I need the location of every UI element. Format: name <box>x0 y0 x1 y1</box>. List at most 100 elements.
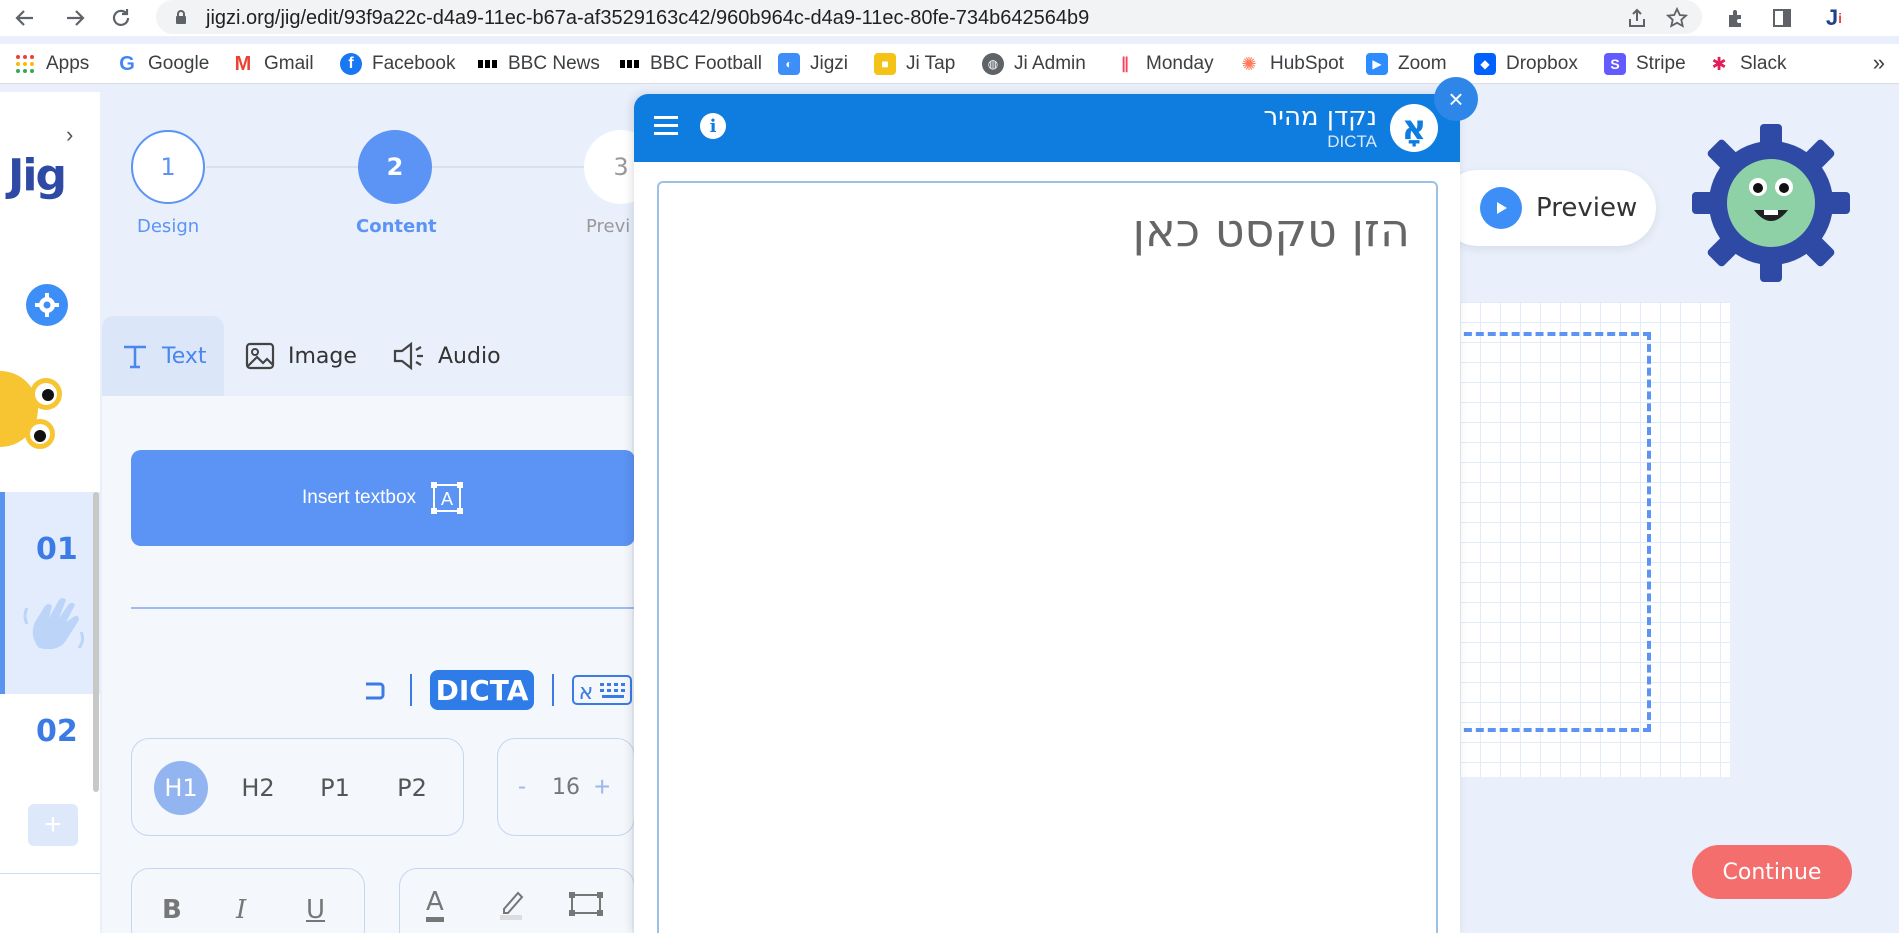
bookmark-label: Slack <box>1740 53 1787 74</box>
svg-text:א: א <box>579 680 594 705</box>
font-size-decrease-button[interactable]: - <box>518 773 526 801</box>
bookmark-gmail[interactable]: M Gmail <box>232 52 314 76</box>
jigzi-logo[interactable]: Jig <box>8 150 67 201</box>
facebook-icon: f <box>340 53 362 75</box>
extensions-puzzle-icon[interactable] <box>1722 4 1750 32</box>
bookmark-bbc-news[interactable]: BBC News <box>478 52 600 76</box>
text-input-placeholder: הזן טקסט כאן <box>1132 203 1410 257</box>
gear-mascot-image <box>1692 124 1850 282</box>
color-format-group: A <box>399 868 635 933</box>
bookmark-label: Stripe <box>1636 53 1686 74</box>
underline-button[interactable]: U <box>306 895 325 925</box>
step-content[interactable]: 2 <box>358 130 432 204</box>
dicta-button[interactable]: DICTA <box>430 670 534 710</box>
reload-button[interactable] <box>106 3 136 33</box>
lock-icon <box>176 10 186 24</box>
bookmark-label: Zoom <box>1398 53 1447 74</box>
bookmark-zoom[interactable]: ▶ Zoom <box>1366 52 1447 76</box>
preview-label: Preview <box>1536 193 1638 223</box>
font-size-increase-button[interactable]: + <box>594 771 610 803</box>
style-p1-button[interactable]: P1 <box>308 761 362 815</box>
step-number: 2 <box>386 153 404 181</box>
tab-text[interactable]: Text <box>102 316 224 396</box>
hebrew-letter-icon <box>366 682 385 700</box>
gmail-icon: M <box>234 52 252 75</box>
bookmark-label: Monday <box>1146 53 1214 74</box>
hamburger-menu-icon[interactable] <box>654 116 678 136</box>
bookmark-ji-admin[interactable]: ◍ Ji Admin <box>982 52 1086 76</box>
slide-thumbnail-01[interactable]: 01 <box>0 492 100 694</box>
close-popup-button[interactable]: × <box>1434 77 1478 121</box>
dropbox-icon: ◆ <box>1474 53 1496 75</box>
svg-text:A: A <box>441 489 453 509</box>
toolbar-separator <box>552 674 554 706</box>
step-label-preview: Previ <box>586 216 631 237</box>
step-label-design: Design <box>137 216 200 237</box>
hebrew-keyboard-button[interactable]: א <box>572 674 632 706</box>
step-design[interactable]: 1 <box>131 130 205 204</box>
tab-audio[interactable]: Audio <box>392 316 501 396</box>
back-button[interactable] <box>10 3 40 33</box>
hebrew-keyboard-icon: א <box>572 675 632 705</box>
speaker-icon <box>393 341 423 371</box>
add-slide-button[interactable]: + <box>28 804 78 846</box>
bookmark-google[interactable]: G Google <box>116 52 209 76</box>
bookmark-ji-tap[interactable]: ■ Ji Tap <box>874 52 955 76</box>
bookmark-hubspot[interactable]: ✺ HubSpot <box>1238 52 1344 76</box>
slide-number: 01 <box>36 532 78 567</box>
slide-thumbnail-02[interactable]: 02 <box>0 694 100 874</box>
continue-button[interactable]: Continue <box>1692 845 1852 899</box>
bookmark-dropbox[interactable]: ◆ Dropbox <box>1474 52 1578 76</box>
more-bookmarks-button[interactable]: » <box>1873 50 1885 76</box>
bookmark-jigzi[interactable]: ◐ Jigzi <box>778 52 848 76</box>
textbox-selection-outline[interactable] <box>1440 332 1651 732</box>
bookmark-monday[interactable]: ∥ Monday <box>1114 52 1214 76</box>
jigzi-extension-icon[interactable]: Ji <box>1820 4 1848 32</box>
preview-button[interactable]: Preview <box>1440 170 1656 246</box>
info-icon[interactable]: i <box>700 113 726 139</box>
share-icon[interactable] <box>1624 5 1650 31</box>
address-bar[interactable]: jigzi.org/jig/edit/93f9a22c-d4a9-11ec-b6… <box>156 0 1702 34</box>
bookmark-bbc-football[interactable]: BBC Football <box>620 52 762 76</box>
bookmark-label: Dropbox <box>1506 53 1578 74</box>
tab-label: Image <box>288 343 357 369</box>
step-connector <box>206 166 360 168</box>
expand-chevron-icon[interactable]: › <box>66 122 73 148</box>
arrow-right-icon <box>67 10 85 26</box>
side-panel-icon[interactable] <box>1768 4 1796 32</box>
style-p2-button[interactable]: P2 <box>385 761 439 815</box>
text-tool-icon <box>124 345 146 369</box>
highlight-pen-icon[interactable] <box>496 887 526 921</box>
hebrew-vowel-button[interactable] <box>360 676 388 704</box>
box-border-icon[interactable] <box>568 889 604 919</box>
rail-scrollbar[interactable] <box>93 492 99 792</box>
hebrew-text-input[interactable]: הזן טקסט כאן <box>657 181 1438 933</box>
bbc-icon <box>478 60 498 68</box>
monday-icon: ∥ <box>1121 56 1129 73</box>
font-size-value[interactable]: 16 <box>552 775 580 800</box>
text-color-button[interactable]: A <box>426 887 444 922</box>
dicta-title: נקדן מהיר <box>1263 102 1377 132</box>
style-h2-button[interactable]: H2 <box>231 761 285 815</box>
italic-button[interactable]: I <box>236 895 246 925</box>
insert-textbox-button[interactable]: Insert textbox A <box>131 450 635 546</box>
bookmark-facebook[interactable]: f Facebook <box>340 52 455 76</box>
bookmark-label: BBC Football <box>650 53 762 74</box>
bookmark-label: Facebook <box>372 53 456 74</box>
forward-button[interactable] <box>60 3 90 33</box>
bbc-icon <box>620 60 640 68</box>
bookmark-slack[interactable]: ✱ Slack <box>1708 52 1786 76</box>
dicta-header: i נקדן מהיר DICTA אָ <box>634 94 1460 162</box>
google-icon: G <box>119 52 135 75</box>
jigzi-icon: ◐ <box>778 53 800 75</box>
settings-gear-button[interactable] <box>26 284 68 326</box>
tab-label: Text <box>162 343 207 369</box>
tab-image[interactable]: Image <box>244 316 357 396</box>
bookmark-apps[interactable]: Apps <box>14 52 89 76</box>
bold-button[interactable]: B <box>162 895 182 925</box>
gear-icon <box>35 293 59 317</box>
bookmark-stripe[interactable]: S Stripe <box>1604 52 1686 76</box>
step-number: 3 <box>613 153 629 181</box>
bookmark-star-icon[interactable] <box>1664 5 1690 31</box>
style-h1-button[interactable]: H1 <box>154 761 208 815</box>
